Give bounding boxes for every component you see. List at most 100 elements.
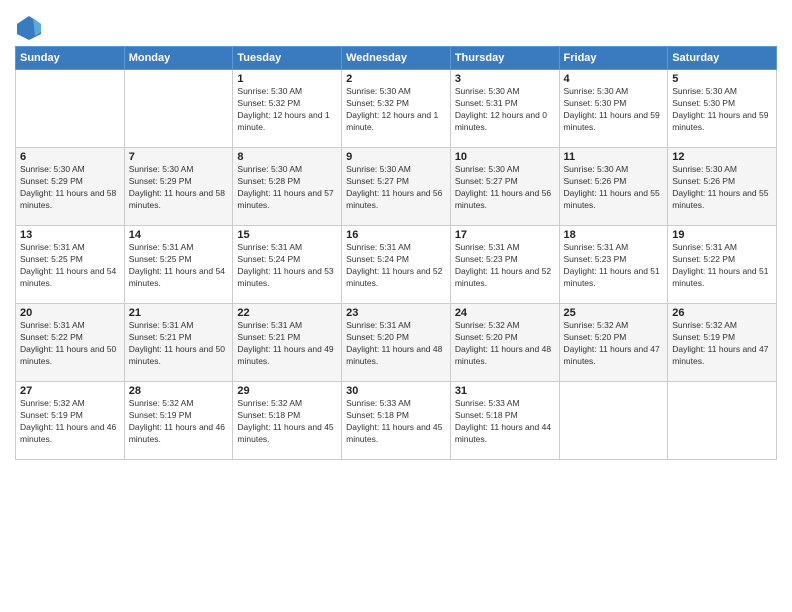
calendar-cell: 3Sunrise: 5:30 AMSunset: 5:31 PMDaylight… [450,70,559,148]
calendar-cell: 20Sunrise: 5:31 AMSunset: 5:22 PMDayligh… [16,304,125,382]
calendar-cell: 24Sunrise: 5:32 AMSunset: 5:20 PMDayligh… [450,304,559,382]
day-info: Sunrise: 5:31 AMSunset: 5:23 PMDaylight:… [564,242,664,290]
day-info: Sunrise: 5:30 AMSunset: 5:27 PMDaylight:… [346,164,446,212]
calendar-cell: 10Sunrise: 5:30 AMSunset: 5:27 PMDayligh… [450,148,559,226]
page-container: SundayMondayTuesdayWednesdayThursdayFrid… [0,0,792,470]
day-number: 2 [346,73,446,85]
calendar-cell: 21Sunrise: 5:31 AMSunset: 5:21 PMDayligh… [124,304,233,382]
calendar-cell: 14Sunrise: 5:31 AMSunset: 5:25 PMDayligh… [124,226,233,304]
day-info: Sunrise: 5:30 AMSunset: 5:26 PMDaylight:… [672,164,772,212]
day-number: 13 [20,229,120,241]
weekday-header-row: SundayMondayTuesdayWednesdayThursdayFrid… [16,47,777,70]
calendar-cell: 31Sunrise: 5:33 AMSunset: 5:18 PMDayligh… [450,382,559,460]
day-info: Sunrise: 5:31 AMSunset: 5:22 PMDaylight:… [672,242,772,290]
day-number: 24 [455,307,555,319]
day-number: 31 [455,385,555,397]
calendar-cell: 23Sunrise: 5:31 AMSunset: 5:20 PMDayligh… [342,304,451,382]
calendar-cell: 22Sunrise: 5:31 AMSunset: 5:21 PMDayligh… [233,304,342,382]
weekday-header-tuesday: Tuesday [233,47,342,70]
day-number: 28 [129,385,229,397]
calendar-cell: 2Sunrise: 5:30 AMSunset: 5:32 PMDaylight… [342,70,451,148]
day-number: 11 [564,151,664,163]
calendar-cell: 26Sunrise: 5:32 AMSunset: 5:19 PMDayligh… [668,304,777,382]
calendar-cell: 19Sunrise: 5:31 AMSunset: 5:22 PMDayligh… [668,226,777,304]
day-number: 30 [346,385,446,397]
day-number: 18 [564,229,664,241]
logo-icon [15,14,43,42]
day-number: 16 [346,229,446,241]
calendar-cell [668,382,777,460]
week-row-1: 1Sunrise: 5:30 AMSunset: 5:32 PMDaylight… [16,70,777,148]
day-info: Sunrise: 5:31 AMSunset: 5:21 PMDaylight:… [237,320,337,368]
day-number: 9 [346,151,446,163]
weekday-header-sunday: Sunday [16,47,125,70]
day-info: Sunrise: 5:32 AMSunset: 5:19 PMDaylight:… [20,398,120,446]
day-info: Sunrise: 5:30 AMSunset: 5:32 PMDaylight:… [237,86,337,134]
calendar-cell: 16Sunrise: 5:31 AMSunset: 5:24 PMDayligh… [342,226,451,304]
day-info: Sunrise: 5:30 AMSunset: 5:31 PMDaylight:… [455,86,555,134]
calendar-cell: 27Sunrise: 5:32 AMSunset: 5:19 PMDayligh… [16,382,125,460]
day-info: Sunrise: 5:31 AMSunset: 5:22 PMDaylight:… [20,320,120,368]
calendar-cell: 1Sunrise: 5:30 AMSunset: 5:32 PMDaylight… [233,70,342,148]
day-info: Sunrise: 5:31 AMSunset: 5:24 PMDaylight:… [346,242,446,290]
calendar-cell [559,382,668,460]
day-number: 15 [237,229,337,241]
calendar-table: SundayMondayTuesdayWednesdayThursdayFrid… [15,46,777,460]
week-row-4: 20Sunrise: 5:31 AMSunset: 5:22 PMDayligh… [16,304,777,382]
day-info: Sunrise: 5:30 AMSunset: 5:27 PMDaylight:… [455,164,555,212]
day-info: Sunrise: 5:32 AMSunset: 5:20 PMDaylight:… [564,320,664,368]
day-number: 14 [129,229,229,241]
day-number: 22 [237,307,337,319]
calendar-cell: 11Sunrise: 5:30 AMSunset: 5:26 PMDayligh… [559,148,668,226]
calendar-cell: 5Sunrise: 5:30 AMSunset: 5:30 PMDaylight… [668,70,777,148]
day-number: 29 [237,385,337,397]
weekday-header-wednesday: Wednesday [342,47,451,70]
day-number: 7 [129,151,229,163]
day-number: 20 [20,307,120,319]
calendar-cell: 29Sunrise: 5:32 AMSunset: 5:18 PMDayligh… [233,382,342,460]
day-number: 8 [237,151,337,163]
day-info: Sunrise: 5:31 AMSunset: 5:25 PMDaylight:… [129,242,229,290]
calendar-cell [124,70,233,148]
day-number: 26 [672,307,772,319]
day-info: Sunrise: 5:32 AMSunset: 5:19 PMDaylight:… [129,398,229,446]
day-number: 12 [672,151,772,163]
day-number: 21 [129,307,229,319]
day-number: 23 [346,307,446,319]
day-info: Sunrise: 5:30 AMSunset: 5:30 PMDaylight:… [672,86,772,134]
day-info: Sunrise: 5:31 AMSunset: 5:23 PMDaylight:… [455,242,555,290]
calendar-cell [16,70,125,148]
calendar-cell: 17Sunrise: 5:31 AMSunset: 5:23 PMDayligh… [450,226,559,304]
calendar-cell: 6Sunrise: 5:30 AMSunset: 5:29 PMDaylight… [16,148,125,226]
day-number: 19 [672,229,772,241]
day-info: Sunrise: 5:31 AMSunset: 5:20 PMDaylight:… [346,320,446,368]
calendar-cell: 13Sunrise: 5:31 AMSunset: 5:25 PMDayligh… [16,226,125,304]
day-info: Sunrise: 5:32 AMSunset: 5:19 PMDaylight:… [672,320,772,368]
calendar-cell: 15Sunrise: 5:31 AMSunset: 5:24 PMDayligh… [233,226,342,304]
calendar-cell: 4Sunrise: 5:30 AMSunset: 5:30 PMDaylight… [559,70,668,148]
weekday-header-monday: Monday [124,47,233,70]
day-info: Sunrise: 5:32 AMSunset: 5:18 PMDaylight:… [237,398,337,446]
day-number: 27 [20,385,120,397]
day-info: Sunrise: 5:33 AMSunset: 5:18 PMDaylight:… [346,398,446,446]
day-info: Sunrise: 5:30 AMSunset: 5:28 PMDaylight:… [237,164,337,212]
calendar-cell: 8Sunrise: 5:30 AMSunset: 5:28 PMDaylight… [233,148,342,226]
day-number: 6 [20,151,120,163]
day-number: 5 [672,73,772,85]
day-info: Sunrise: 5:33 AMSunset: 5:18 PMDaylight:… [455,398,555,446]
day-number: 10 [455,151,555,163]
day-info: Sunrise: 5:31 AMSunset: 5:21 PMDaylight:… [129,320,229,368]
day-info: Sunrise: 5:31 AMSunset: 5:25 PMDaylight:… [20,242,120,290]
week-row-2: 6Sunrise: 5:30 AMSunset: 5:29 PMDaylight… [16,148,777,226]
logo [15,14,47,42]
day-number: 1 [237,73,337,85]
day-info: Sunrise: 5:31 AMSunset: 5:24 PMDaylight:… [237,242,337,290]
day-info: Sunrise: 5:32 AMSunset: 5:20 PMDaylight:… [455,320,555,368]
weekday-header-thursday: Thursday [450,47,559,70]
calendar-cell: 18Sunrise: 5:31 AMSunset: 5:23 PMDayligh… [559,226,668,304]
day-number: 25 [564,307,664,319]
calendar-cell: 12Sunrise: 5:30 AMSunset: 5:26 PMDayligh… [668,148,777,226]
day-number: 3 [455,73,555,85]
day-info: Sunrise: 5:30 AMSunset: 5:29 PMDaylight:… [20,164,120,212]
week-row-5: 27Sunrise: 5:32 AMSunset: 5:19 PMDayligh… [16,382,777,460]
